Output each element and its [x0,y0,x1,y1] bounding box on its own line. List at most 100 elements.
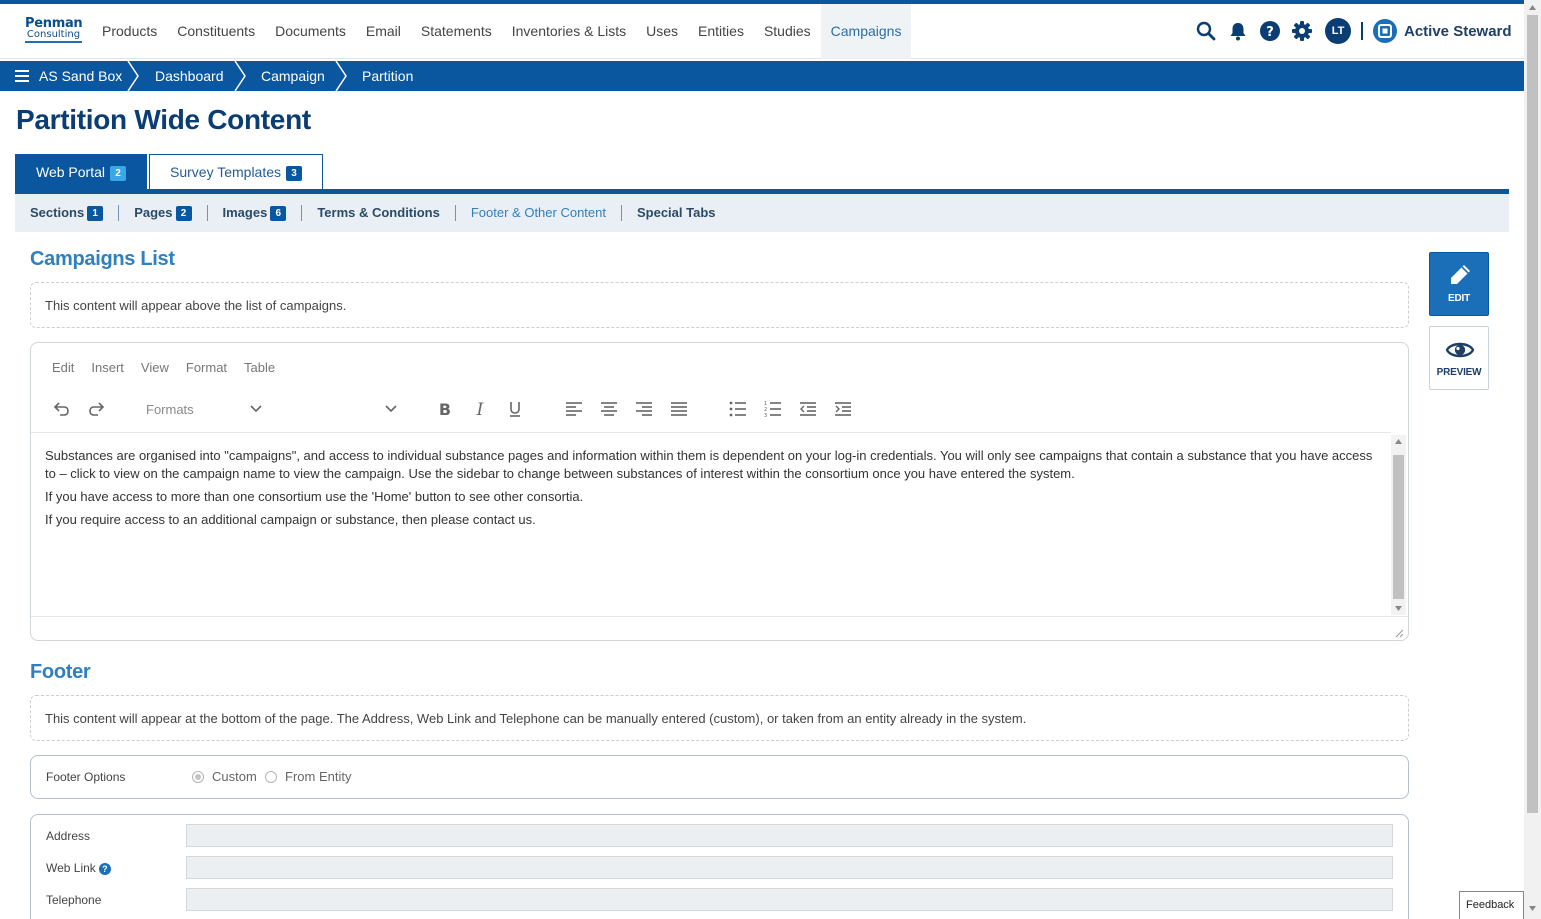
italic-icon[interactable]: I [468,397,492,421]
scroll-down-arrow-icon[interactable] [1394,605,1403,612]
edit-button[interactable]: EDIT [1429,252,1489,316]
bold-icon[interactable]: B [433,397,457,421]
editor-menu-edit[interactable]: Edit [52,360,74,375]
subtab-special-tabs[interactable]: Special Tabs [637,205,731,221]
gear-icon[interactable] [1290,19,1314,43]
breadcrumb-item-dashboard[interactable]: Dashboard [155,61,224,91]
subtab-images[interactable]: Images 6 [223,205,303,221]
footer-options-box: Footer Options Custom From Entity [30,755,1409,799]
radio-custom-label[interactable]: Custom [212,769,257,784]
align-left-icon[interactable] [562,397,586,421]
feedback-button[interactable]: Feedback [1459,891,1524,919]
top-navigation: Penman Consulting Products Constituents … [0,4,1524,59]
breadcrumb-item-campaign[interactable]: Campaign [261,61,325,91]
editor-paragraph: If you require access to an additional c… [45,512,536,527]
page-scrollbar[interactable] [1524,0,1541,919]
scroll-up-arrow-icon[interactable] [1528,4,1537,11]
align-right-icon[interactable] [632,397,656,421]
sub-tabs: Sections 1 Pages 2 Images 6 Terms & Conditi… [15,194,1509,232]
radio-from-entity[interactable] [265,771,277,783]
nav-item-campaigns[interactable]: Campaigns [820,4,912,59]
align-center-icon[interactable] [597,397,621,421]
subtab-sections[interactable]: Sections 1 [30,205,120,221]
brand-name: Active Steward [1404,22,1512,40]
footer-hint: This content will appear at the bottom o… [45,711,1027,726]
bell-icon[interactable] [1226,19,1250,43]
svg-text:I: I [476,400,484,418]
pencil-icon [1451,265,1470,284]
underline-icon[interactable] [503,397,527,421]
subtab-terms-conditions[interactable]: Terms & Conditions [317,205,456,221]
content-tabs: Web Portal 2 Survey Templates 3 [15,154,325,190]
nav-item-statements[interactable]: Statements [411,4,502,59]
rich-text-editor: Edit Insert View Format Table Formats B … [30,342,1409,641]
nav-item-uses[interactable]: Uses [636,4,688,59]
editor-content-area[interactable]: Substances are organised into "campaigns… [31,432,1391,615]
breadcrumb-item-partition: Partition [362,68,414,84]
breadcrumb-separator-icon [335,61,347,91]
tab-web-portal[interactable]: Web Portal 2 [15,154,147,190]
scroll-up-arrow-icon[interactable] [1394,438,1403,445]
count-badge: 1 [87,206,104,221]
resize-handle-icon[interactable] [1394,628,1404,638]
tab-label: Survey Templates [170,164,282,180]
radio-custom[interactable] [192,771,204,783]
undo-icon[interactable] [49,397,73,421]
nav-item-email[interactable]: Email [356,4,411,59]
nav-item-entities[interactable]: Entities [688,4,754,59]
preview-button-label: PREVIEW [1436,367,1482,378]
active-steward-logo-icon [1373,19,1397,43]
formats-dropdown[interactable]: Formats [146,402,194,417]
redo-icon[interactable] [85,397,109,421]
count-badge: 2 [175,206,192,221]
subtab-pages[interactable]: Pages 2 [134,205,208,221]
editor-menu-table[interactable]: Table [244,360,275,375]
telephone-label: Telephone [46,893,102,907]
numbered-list-icon[interactable]: 123 [761,397,785,421]
search-icon[interactable] [1194,19,1218,43]
radio-from-entity-label[interactable]: From Entity [285,769,351,784]
page-scroll-thumb[interactable] [1527,15,1538,813]
editor-menu-format[interactable]: Format [186,360,227,375]
editor-statusbar [31,616,1408,641]
hamburger-menu-icon[interactable] [15,70,29,82]
telephone-field[interactable] [186,888,1393,911]
chevron-down-icon[interactable] [244,397,268,421]
breadcrumb-separator-icon [234,61,246,91]
editor-paragraph: If you have access to more than one cons… [45,489,584,504]
page-title: Partition Wide Content [16,104,311,135]
nav-item-inventories-lists[interactable]: Inventories & Lists [502,4,636,59]
nav-item-products[interactable]: Products [92,4,167,59]
editor-menu-insert[interactable]: Insert [91,360,124,375]
tab-label: Web Portal [36,164,105,180]
web-link-field[interactable] [186,856,1393,879]
subtab-footer-other-content[interactable]: Footer & Other Content [471,205,622,221]
nav-item-documents[interactable]: Documents [265,4,356,59]
bullet-list-icon[interactable] [726,397,750,421]
breadcrumb-item-sandbox[interactable]: AS Sand Box [39,61,122,91]
main-menu: Products Constituents Documents Email St… [92,4,912,59]
nav-item-constituents[interactable]: Constituents [167,4,265,59]
penman-logo[interactable]: Penman Consulting [25,17,83,43]
outdent-icon[interactable] [796,397,820,421]
preview-button[interactable]: PREVIEW [1429,326,1489,390]
chevron-down-icon[interactable] [379,397,403,421]
align-justify-icon[interactable] [667,397,691,421]
editor-scroll-thumb[interactable] [1393,455,1404,599]
indent-icon[interactable] [831,397,855,421]
address-label: Address [46,829,91,843]
footer-hint-box: This content will appear at the bottom o… [30,695,1409,741]
nav-actions: ? LT Active Steward [1194,18,1512,44]
nav-item-studies[interactable]: Studies [754,4,821,59]
scroll-down-arrow-icon[interactable] [1528,905,1537,912]
count-badge: 6 [270,206,287,221]
help-icon[interactable]: ? [1258,19,1282,43]
editor-menu-view[interactable]: View [141,360,169,375]
editor-scrollbar[interactable] [1391,435,1406,615]
address-field[interactable] [186,824,1393,847]
tab-survey-templates[interactable]: Survey Templates 3 [149,154,324,190]
editor-paragraph: Substances are organised into "campaigns… [45,448,1373,481]
eye-icon [1445,342,1475,358]
user-avatar[interactable]: LT [1325,18,1351,44]
help-icon[interactable]: ? [98,863,111,875]
